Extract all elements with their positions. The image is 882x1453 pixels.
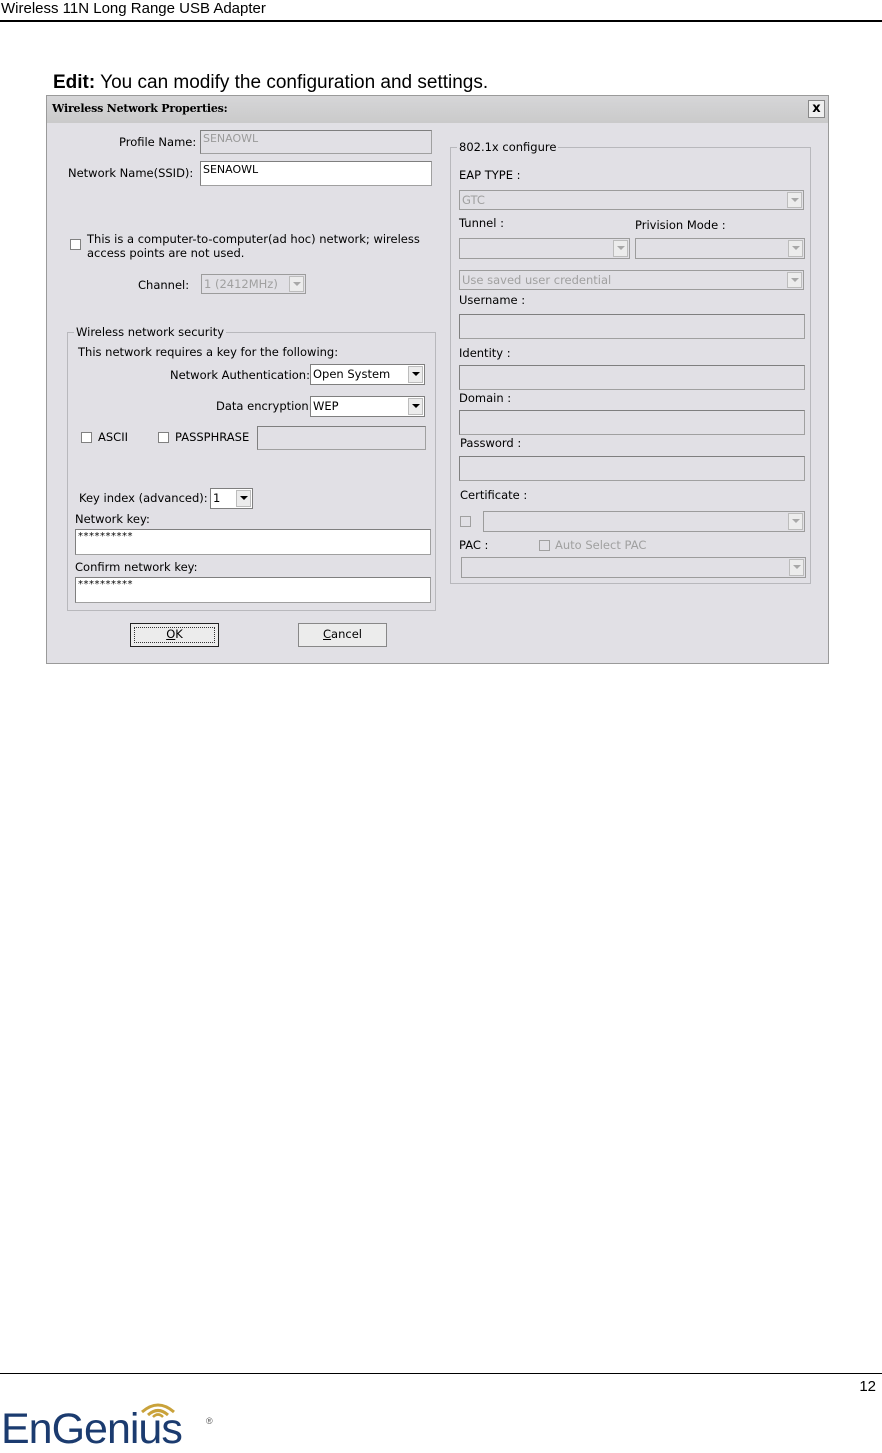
passphrase-field: [257, 426, 426, 450]
network-auth-select[interactable]: Open System: [310, 364, 425, 385]
pac-label: PAC :: [459, 538, 489, 552]
provision-mode-label: Privision Mode :: [635, 218, 726, 232]
credential-value: Use saved user credential: [462, 273, 612, 287]
credential-select: Use saved user credential: [459, 270, 804, 290]
adhoc-label: This is a computer-to-computer(ad hoc) n…: [87, 232, 420, 260]
confirm-network-key-label: Confirm network key:: [75, 560, 198, 574]
wireless-security-group-title: Wireless network security: [74, 325, 227, 339]
certificate-checkbox: [460, 516, 471, 527]
chevron-down-icon: [408, 398, 423, 415]
channel-value: 1 (2412MHz): [204, 277, 278, 291]
chevron-down-icon: [787, 272, 802, 288]
username-label: Username :: [459, 293, 526, 307]
network-auth-value: Open System: [313, 367, 391, 381]
eap-type-select: GTC: [459, 190, 804, 210]
adhoc-checkbox[interactable]: [70, 239, 81, 250]
tunnel-select: [459, 238, 630, 259]
engenius-logo: EnGenius ®: [0, 1396, 240, 1452]
ok-button[interactable]: OK: [130, 623, 219, 647]
dot1x-group-title: 802.1x configure: [457, 140, 559, 154]
page-number: 12: [859, 1378, 876, 1395]
chevron-down-icon: [613, 240, 628, 257]
registered-mark: ®: [206, 1416, 213, 1426]
profile-name-field: SENAOWL: [200, 130, 432, 154]
chevron-down-icon: [408, 366, 423, 383]
cancel-button[interactable]: Cancel: [298, 623, 387, 647]
domain-label: Domain :: [459, 391, 512, 405]
intro-text: You can modify the configuration and set…: [95, 72, 489, 93]
document-header-title: Wireless 11N Long Range USB Adapter: [1, 0, 266, 17]
intro-bold-label: Edit:: [53, 72, 96, 93]
chevron-down-icon: [787, 192, 802, 208]
identity-label: Identity :: [459, 346, 511, 360]
network-key-input[interactable]: **********: [75, 529, 431, 555]
requires-key-text: This network requires a key for the foll…: [78, 345, 339, 359]
certificate-select: [483, 511, 805, 532]
adhoc-label-line2: access points are not used.: [87, 246, 245, 260]
cancel-label-rest: ancel: [331, 627, 362, 641]
ascii-label: ASCII: [98, 430, 128, 444]
certificate-label: Certificate :: [460, 488, 528, 502]
eap-type-label: EAP TYPE :: [459, 168, 521, 182]
ssid-input[interactable]: SENAOWL: [200, 161, 432, 186]
adhoc-label-line1: This is a computer-to-computer(ad hoc) n…: [87, 232, 420, 246]
ascii-checkbox[interactable]: [81, 432, 92, 443]
password-field: [459, 456, 805, 481]
close-button[interactable]: x: [808, 100, 825, 118]
focus-ring: [134, 627, 215, 643]
data-encryption-label: Data encryption:: [216, 399, 313, 413]
chevron-down-icon: [236, 490, 251, 507]
pac-select: [461, 557, 806, 578]
auto-select-pac-label: Auto Select PAC: [555, 538, 647, 552]
dialog-title: Wireless Network Properties:: [52, 102, 228, 115]
channel-select: 1 (2412MHz): [201, 274, 306, 294]
passphrase-label: PASSPHRASE: [175, 430, 250, 444]
header-divider: [0, 20, 882, 22]
network-key-label: Network key:: [75, 512, 150, 526]
ssid-label: Network Name(SSID):: [68, 166, 194, 180]
network-auth-label: Network Authentication:: [170, 368, 310, 382]
provision-mode-select: [635, 238, 805, 259]
intro-paragraph: Edit: You can modify the configuration a…: [53, 72, 488, 94]
key-index-select[interactable]: 1: [210, 488, 253, 509]
tunnel-label: Tunnel :: [459, 216, 504, 230]
wireless-network-properties-dialog: Wireless Network Properties: x Profile N…: [46, 95, 829, 664]
dialog-titlebar: Wireless Network Properties: x: [47, 96, 828, 123]
auto-select-pac-checkbox: [539, 540, 550, 551]
key-index-label: Key index (advanced):: [79, 491, 208, 505]
domain-field: [459, 410, 805, 435]
chevron-down-icon: [789, 559, 804, 576]
footer-divider: [0, 1373, 882, 1374]
passphrase-checkbox[interactable]: [158, 432, 169, 443]
chevron-down-icon: [289, 276, 304, 292]
confirm-network-key-input[interactable]: **********: [75, 577, 431, 603]
channel-label: Channel:: [138, 278, 190, 292]
close-icon: x: [812, 101, 821, 116]
eap-type-value: GTC: [462, 193, 485, 207]
username-field: [459, 314, 805, 339]
chevron-down-icon: [788, 240, 803, 257]
data-encryption-select[interactable]: WEP: [310, 396, 425, 417]
key-index-value: 1: [213, 491, 221, 505]
profile-name-label: Profile Name:: [119, 135, 197, 149]
brand-name: EnGenius: [1, 1405, 183, 1453]
data-encryption-value: WEP: [313, 399, 339, 413]
identity-field: [459, 365, 805, 390]
chevron-down-icon: [788, 513, 803, 530]
cancel-mnemonic: C: [323, 627, 332, 641]
password-label: Password :: [460, 436, 522, 450]
